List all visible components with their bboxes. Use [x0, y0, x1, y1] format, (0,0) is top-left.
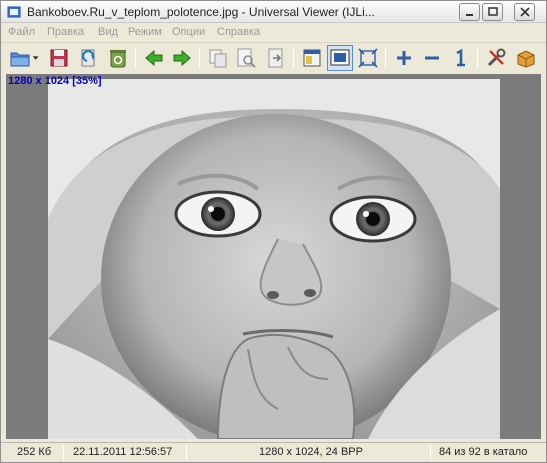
maximize-button[interactable] [482, 3, 503, 21]
app-window: Bankoboev.Ru_v_teplom_polotence.jpg - Un… [0, 0, 547, 463]
toolbar-separator [385, 47, 386, 69]
actual-size-button[interactable] [447, 45, 473, 71]
toolbar-separator [293, 47, 294, 69]
zoom-out-icon [425, 56, 439, 60]
settings-button[interactable] [483, 45, 509, 71]
status-separator [186, 445, 187, 461]
menu-mode[interactable]: Режим [128, 26, 162, 38]
print-preview-button[interactable] [233, 45, 259, 71]
minimize-icon [466, 14, 473, 16]
back-arrow-icon [145, 49, 163, 67]
status-dimensions: 1280 x 1024, 24 BPP [259, 446, 363, 458]
window-title: Bankoboev.Ru_v_teplom_polotence.jpg - Un… [27, 5, 375, 19]
status-separator [63, 445, 64, 461]
app-icon [7, 6, 21, 18]
close-button[interactable] [514, 3, 535, 21]
package-icon [517, 50, 535, 68]
recycle-button[interactable] [105, 45, 131, 71]
save-button[interactable] [46, 45, 72, 71]
status-bar: 252 Кб 22.11.2011 12:56:57 1280 x 1024, … [1, 442, 546, 462]
actual-size-icon [456, 48, 465, 67]
recycle-icon [110, 50, 126, 68]
menu-bar: Файл Правка Вид Режим Опции Справка [1, 23, 546, 41]
previous-button[interactable] [141, 45, 167, 71]
reload-icon [81, 49, 95, 67]
open-button[interactable] [7, 45, 33, 71]
save-icon [50, 49, 68, 67]
settings-icon [487, 48, 506, 67]
status-separator [430, 445, 431, 461]
fit-window-button[interactable] [327, 45, 353, 71]
photo-baby [48, 79, 500, 439]
toolbar-separator [477, 47, 478, 69]
image-info-overlay: 1280 x 1024 [35%] [8, 75, 102, 87]
toolbar-separator [199, 47, 200, 69]
fit-width-icon [303, 49, 321, 67]
copy-icon [209, 49, 227, 68]
dropdown-arrow-icon [32, 56, 39, 60]
fullscreen-icon [358, 48, 378, 68]
fit-window-icon [330, 49, 350, 66]
status-position: 84 из 92 в катало [439, 446, 528, 458]
forward-arrow-icon [173, 49, 191, 67]
title-bar[interactable]: Bankoboev.Ru_v_teplom_polotence.jpg - Un… [1, 1, 546, 23]
toolbar-separator [135, 47, 136, 69]
minimize-button[interactable] [459, 3, 480, 21]
zoom-out-button[interactable] [419, 45, 445, 71]
fullscreen-button[interactable] [355, 45, 381, 71]
copy-button[interactable] [205, 45, 231, 71]
print-preview-icon [237, 48, 256, 68]
menu-file[interactable]: Файл [8, 26, 35, 38]
plugins-button[interactable] [513, 45, 539, 71]
open-folder-icon [10, 52, 30, 67]
menu-edit[interactable]: Правка [47, 26, 84, 38]
maximize-icon [488, 7, 498, 16]
zoom-in-icon [397, 51, 411, 65]
open-dropdown-button[interactable] [31, 45, 41, 71]
status-file-size: 252 Кб [17, 446, 52, 458]
zoom-in-button[interactable] [391, 45, 417, 71]
image-viewport[interactable]: 1280 x 1024 [35%] [6, 74, 541, 439]
export-icon [268, 48, 283, 68]
menu-options[interactable]: Опции [172, 26, 205, 38]
menu-view[interactable]: Вид [98, 26, 118, 38]
export-button[interactable] [263, 45, 289, 71]
menu-help[interactable]: Справка [217, 26, 260, 38]
toolbar [1, 42, 546, 73]
reload-button[interactable] [76, 45, 102, 71]
close-icon [520, 7, 530, 17]
status-date: 22.11.2011 12:56:57 [73, 446, 173, 458]
next-button[interactable] [169, 45, 195, 71]
fit-width-button[interactable] [299, 45, 325, 71]
